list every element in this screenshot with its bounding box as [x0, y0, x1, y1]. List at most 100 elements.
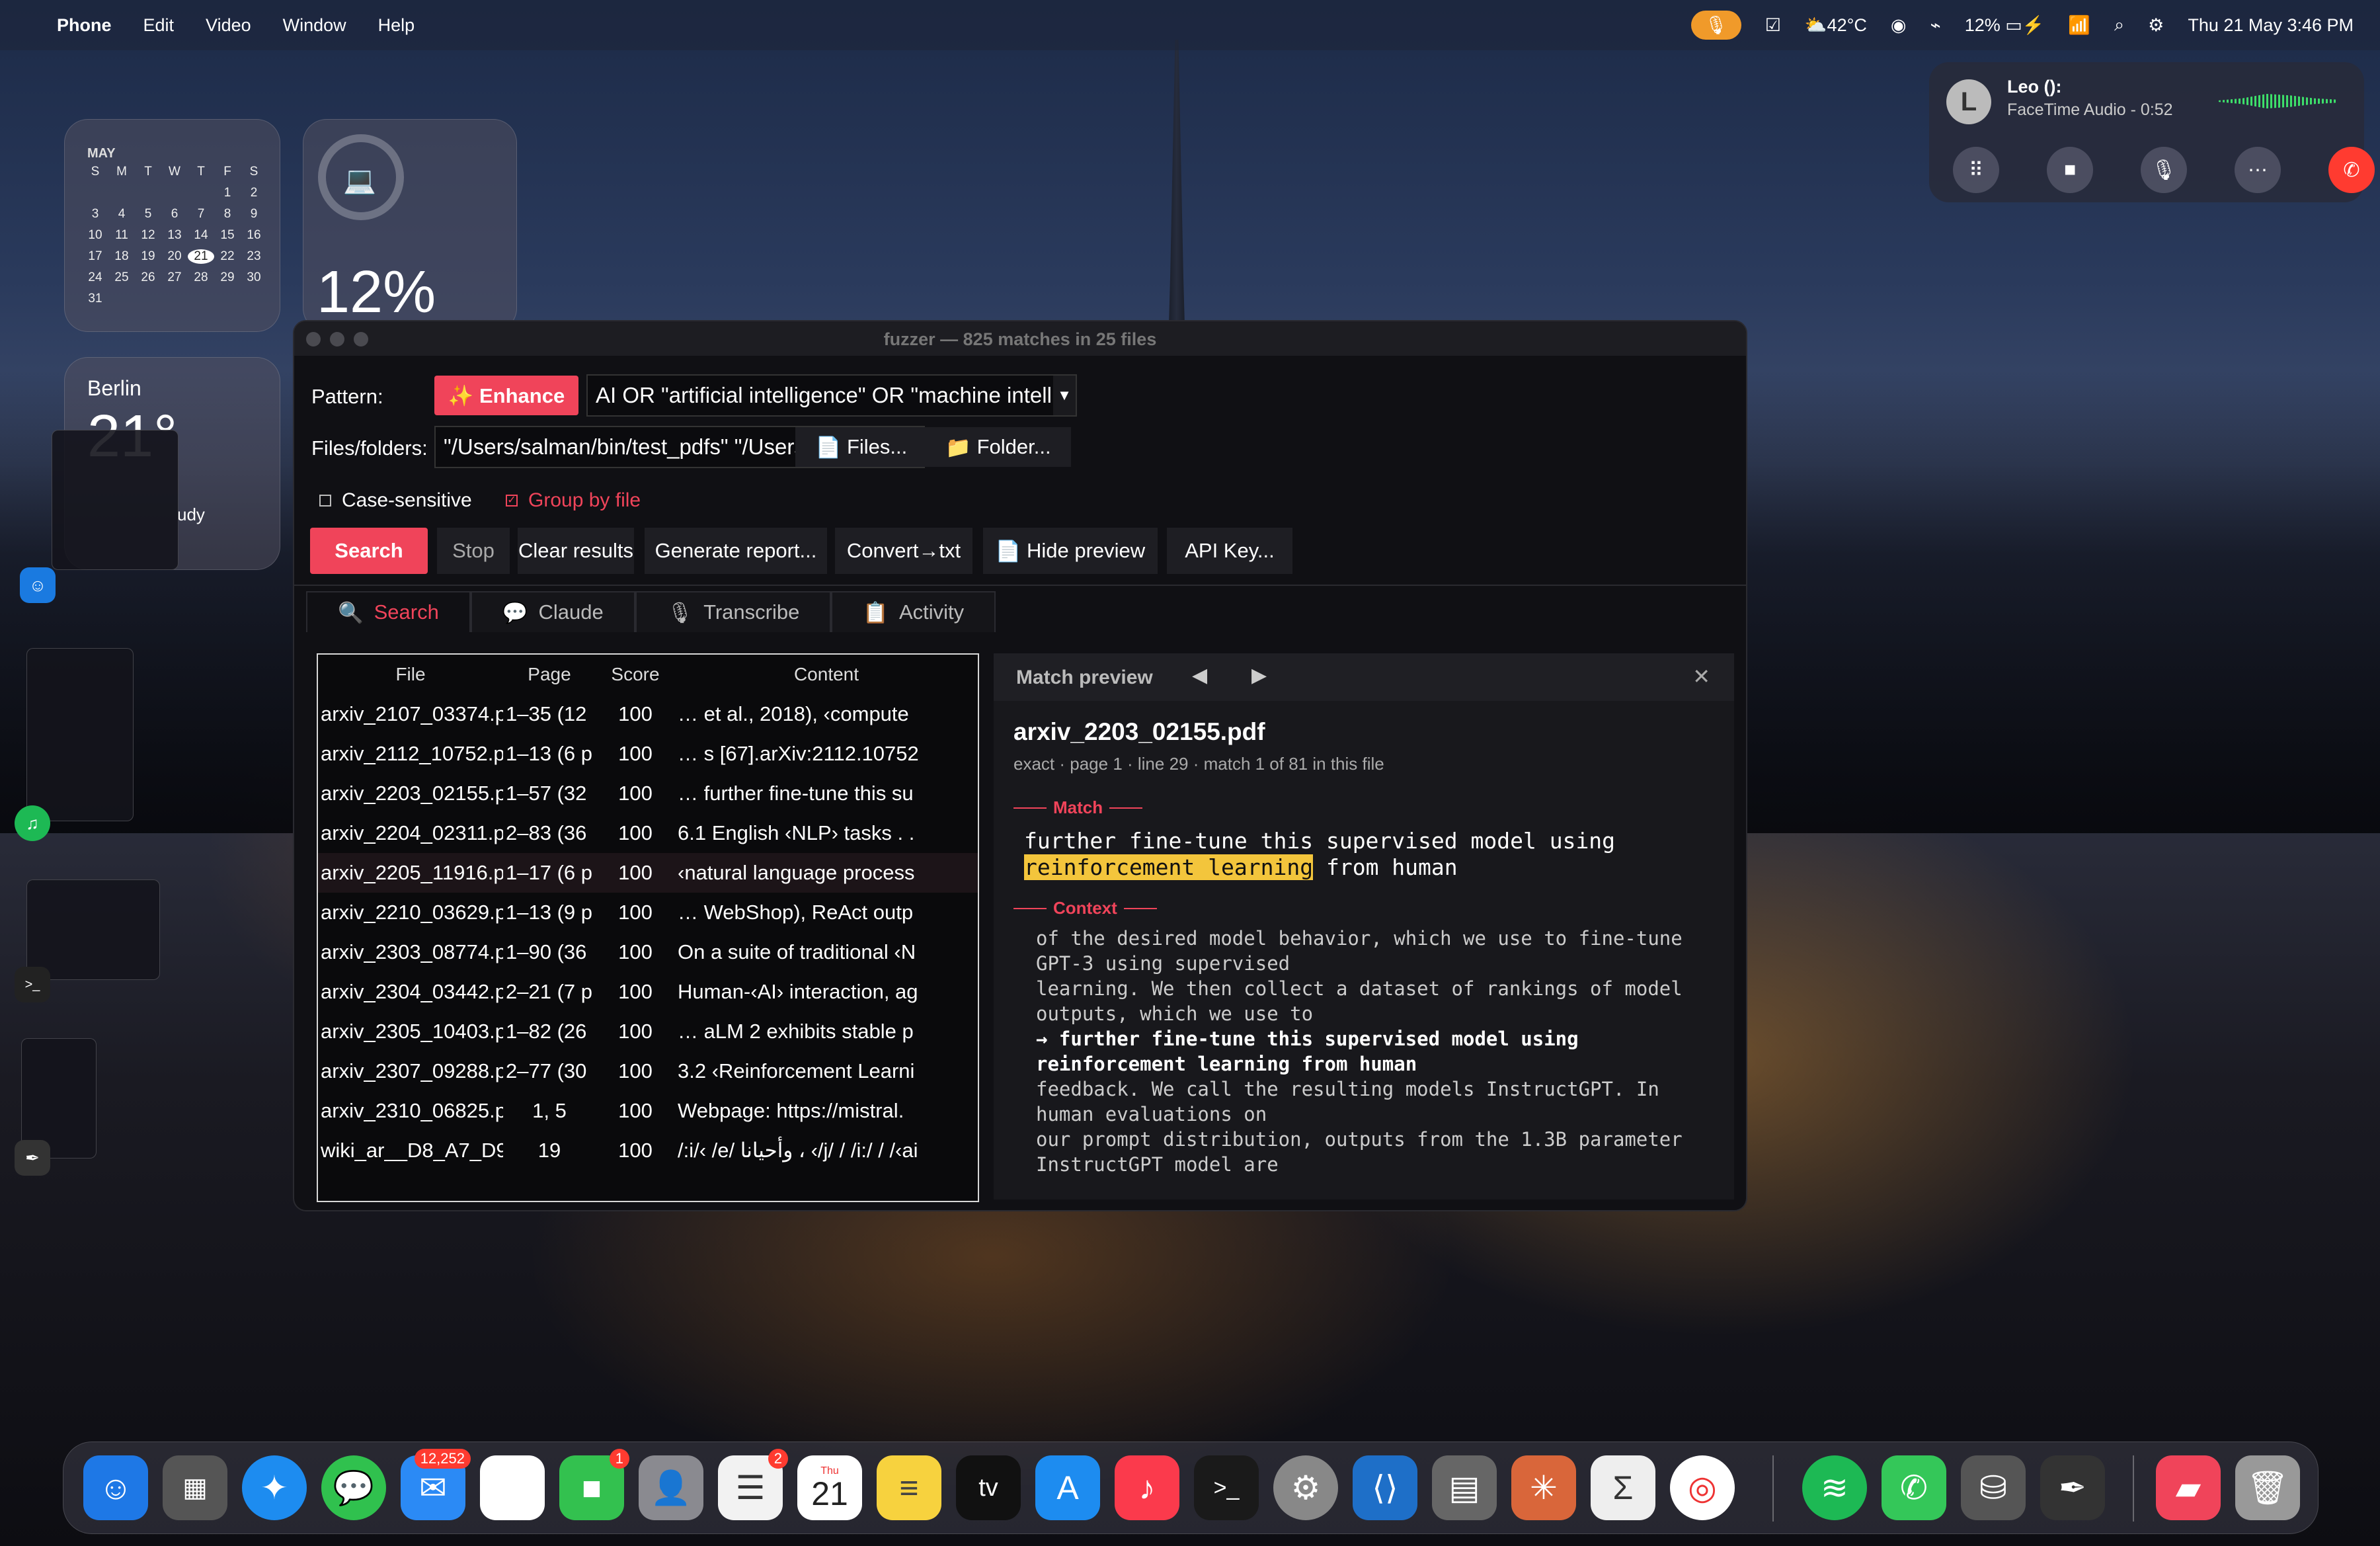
battery-widget[interactable]: 💻 12% — [303, 119, 517, 332]
close-icon[interactable]: ✕ — [1692, 664, 1710, 689]
results-table[interactable]: File Page Score Content arxiv_2107_03374… — [317, 653, 979, 1202]
table-row[interactable]: arxiv_2205_11916.p 1–17 (6 p 100 ‹natural l… — [318, 853, 978, 893]
launchpad-icon[interactable]: ▦ — [163, 1455, 227, 1520]
spotify-stage-icon[interactable]: ♫ — [15, 805, 50, 841]
weather-status[interactable]: ⛅42°C — [1805, 15, 1867, 36]
keypad-icon[interactable]: ⠿ — [1953, 147, 1999, 193]
reminders-icon[interactable]: ☰ 2 — [718, 1449, 788, 1520]
col-page[interactable]: Page — [503, 655, 596, 694]
calendar-widget[interactable]: MAY S M T W T F S 1 2 3 4 5 6 7 8 9 10 11 12 13 14 15 16 17 18 19… — [64, 119, 280, 332]
stage-window-1[interactable] — [52, 430, 178, 570]
battery-status[interactable]: 12% ▭⚡ — [1965, 15, 2045, 36]
messages-icon[interactable]: 💬 — [321, 1455, 386, 1520]
mute-mic-icon[interactable]: 🎙 — [2141, 147, 2187, 193]
menu-edit[interactable]: Edit — [143, 15, 175, 36]
apple-tv-icon[interactable]: tv — [956, 1455, 1021, 1520]
enhance-button[interactable]: ✨ Enhance — [434, 376, 578, 415]
tab-activity[interactable]: 📋 Activity — [831, 591, 996, 632]
calendar-day: 4 — [118, 207, 126, 221]
chrome-icon[interactable]: ◎ — [1670, 1455, 1735, 1520]
status-app-icon[interactable]: ☑ — [1765, 15, 1781, 36]
match-section-label: Match — [1013, 797, 1143, 818]
next-match-icon[interactable]: ▶ — [1251, 664, 1267, 687]
trash-icon[interactable]: 🗑 — [2235, 1455, 2300, 1520]
calendar-icon[interactable]: Thu 21 — [797, 1455, 862, 1520]
tab-claude[interactable]: 💬 Claude — [470, 591, 635, 632]
menu-help[interactable]: Help — [378, 15, 415, 36]
clear-results-button[interactable]: Clear results — [518, 528, 634, 574]
claude-icon[interactable]: ✳ — [1511, 1455, 1576, 1520]
stop-button[interactable]: Stop — [437, 528, 510, 574]
menu-window[interactable]: Window — [283, 15, 346, 36]
safari-icon[interactable]: ✦ — [242, 1455, 307, 1520]
terminal-icon[interactable]: >_ — [1194, 1455, 1259, 1520]
search-button[interactable]: Search — [310, 528, 428, 574]
title-bar[interactable]: fuzzer — 825 matches in 25 files — [294, 321, 1746, 356]
col-score[interactable]: Score — [596, 655, 675, 694]
table-row[interactable]: arxiv_2310_06825.p 1, 5 100 Webpage: https:… — [318, 1091, 978, 1131]
col-content[interactable]: Content — [675, 655, 978, 694]
finder-icon[interactable]: ☺ — [83, 1455, 148, 1520]
wifi-icon[interactable]: 📶 — [2068, 15, 2090, 36]
facetime-icon[interactable]: ■ 1 — [559, 1449, 629, 1520]
more-icon[interactable]: ⋯ — [2235, 147, 2281, 193]
pattern-input[interactable]: AI OR "artificial intelligence" OR "mach… — [586, 374, 1077, 417]
menu-video[interactable]: Video — [206, 15, 251, 36]
case-sensitive-checkbox[interactable]: Case-sensitive — [319, 489, 472, 512]
stage-window-2[interactable] — [26, 648, 134, 821]
phone-icon[interactable]: ✆ — [1882, 1455, 1946, 1520]
control-center-icon[interactable]: ⚙ — [2148, 15, 2164, 36]
finder-stage-icon[interactable]: ☺ — [20, 567, 56, 603]
calculator-icon[interactable]: ▤ — [1432, 1455, 1497, 1520]
hide-preview-button[interactable]: 📄 Hide preview — [983, 528, 1158, 574]
table-row[interactable]: arxiv_2112_10752.p 1–13 (6 p 100 … s [67].a… — [318, 734, 978, 774]
convert-txt-button[interactable]: Convert→txt — [835, 528, 972, 574]
end-call-icon[interactable]: ✆ — [2328, 147, 2375, 193]
folder-button[interactable]: 📁 Folder... — [926, 427, 1071, 467]
app-store-icon[interactable]: A — [1035, 1455, 1100, 1520]
pen-stage-icon[interactable]: ✒ — [15, 1140, 50, 1176]
mic-in-use-icon[interactable]: 🎙 — [1690, 11, 1741, 40]
activity-icon[interactable]: ⌁ — [1930, 15, 1940, 36]
table-row[interactable]: arxiv_2203_02155.p 1–57 (32 100 … further f… — [318, 774, 978, 813]
mail-icon[interactable]: ✉ 12,252 — [401, 1449, 471, 1520]
tab-search[interactable]: 🔍 Search — [306, 591, 471, 632]
table-row[interactable]: arxiv_2107_03374.p 1–35 (12 100 … et al., 2… — [318, 694, 978, 734]
stage-window-3[interactable] — [26, 879, 160, 980]
table-row[interactable]: arxiv_2305_10403.p 1–82 (26 100 … aLM 2 exh… — [318, 1012, 978, 1051]
system-settings-icon[interactable]: ⚙ — [1273, 1455, 1338, 1520]
music-icon[interactable]: ♪ — [1115, 1455, 1179, 1520]
notes-icon[interactable]: ≡ — [877, 1455, 941, 1520]
table-row[interactable]: arxiv_2210_03629.p 1–13 (9 p 100 … WebShop)… — [318, 893, 978, 932]
calendar-day — [188, 186, 214, 200]
group-by-file-checkbox[interactable]: ✓ Group by file — [506, 489, 641, 512]
chevron-down-icon[interactable]: ▼ — [1053, 376, 1076, 415]
pen-app-icon[interactable]: ✒ — [2040, 1455, 2105, 1520]
api-key-button[interactable]: API Key... — [1167, 528, 1292, 574]
menu-app[interactable]: Phone — [57, 15, 112, 36]
table-row[interactable]: arxiv_2304_03442.p 2–21 (7 p 100 Human-‹AI›… — [318, 972, 978, 1012]
laptop-icon: 💻 — [343, 166, 376, 195]
col-file[interactable]: File — [318, 655, 503, 694]
table-row[interactable]: wiki_ar__D8_A7_D9 19 100 /:i/‹ /e/ وأحيانا … — [318, 1131, 978, 1170]
disk-utility-icon[interactable]: ⛁ — [1961, 1455, 2026, 1520]
photos-icon[interactable]: ✿ — [480, 1455, 545, 1520]
files-button[interactable]: 📄 Files... — [795, 427, 928, 467]
downloads-folder-icon[interactable]: ▰ — [2156, 1455, 2221, 1520]
previous-match-icon[interactable]: ◀ — [1192, 664, 1207, 687]
pattern-value: AI OR "artificial intelligence" OR "mach… — [596, 383, 1076, 407]
table-row[interactable]: arxiv_2307_09288.p 2–77 (30 100 3.2 ‹Reinfo… — [318, 1051, 978, 1091]
spotlight-search-icon[interactable]: ⌕ — [2114, 15, 2124, 36]
generate-report-button[interactable]: Generate report... — [645, 528, 827, 574]
table-row[interactable]: arxiv_2303_08774.p 1–90 (36 100 On a suite … — [318, 932, 978, 972]
contacts-icon[interactable]: 👤 — [639, 1455, 703, 1520]
airdrop-icon[interactable]: ◉ — [1891, 15, 1907, 36]
spotify-icon[interactable]: ≋ — [1802, 1455, 1867, 1520]
menubar-clock[interactable]: Thu 21 May 3:46 PM — [2188, 15, 2354, 36]
vscode-icon[interactable]: ⟨⟩ — [1353, 1455, 1417, 1520]
table-row[interactable]: arxiv_2204_02311.p 2–83 (36 100 6.1 English… — [318, 813, 978, 853]
tab-transcribe[interactable]: 🎙 Transcribe — [635, 591, 832, 632]
terminal-stage-icon[interactable]: >_ — [15, 967, 50, 1002]
sigma-app-icon[interactable]: Σ — [1591, 1455, 1655, 1520]
video-camera-icon[interactable]: ■ — [2047, 147, 2093, 193]
